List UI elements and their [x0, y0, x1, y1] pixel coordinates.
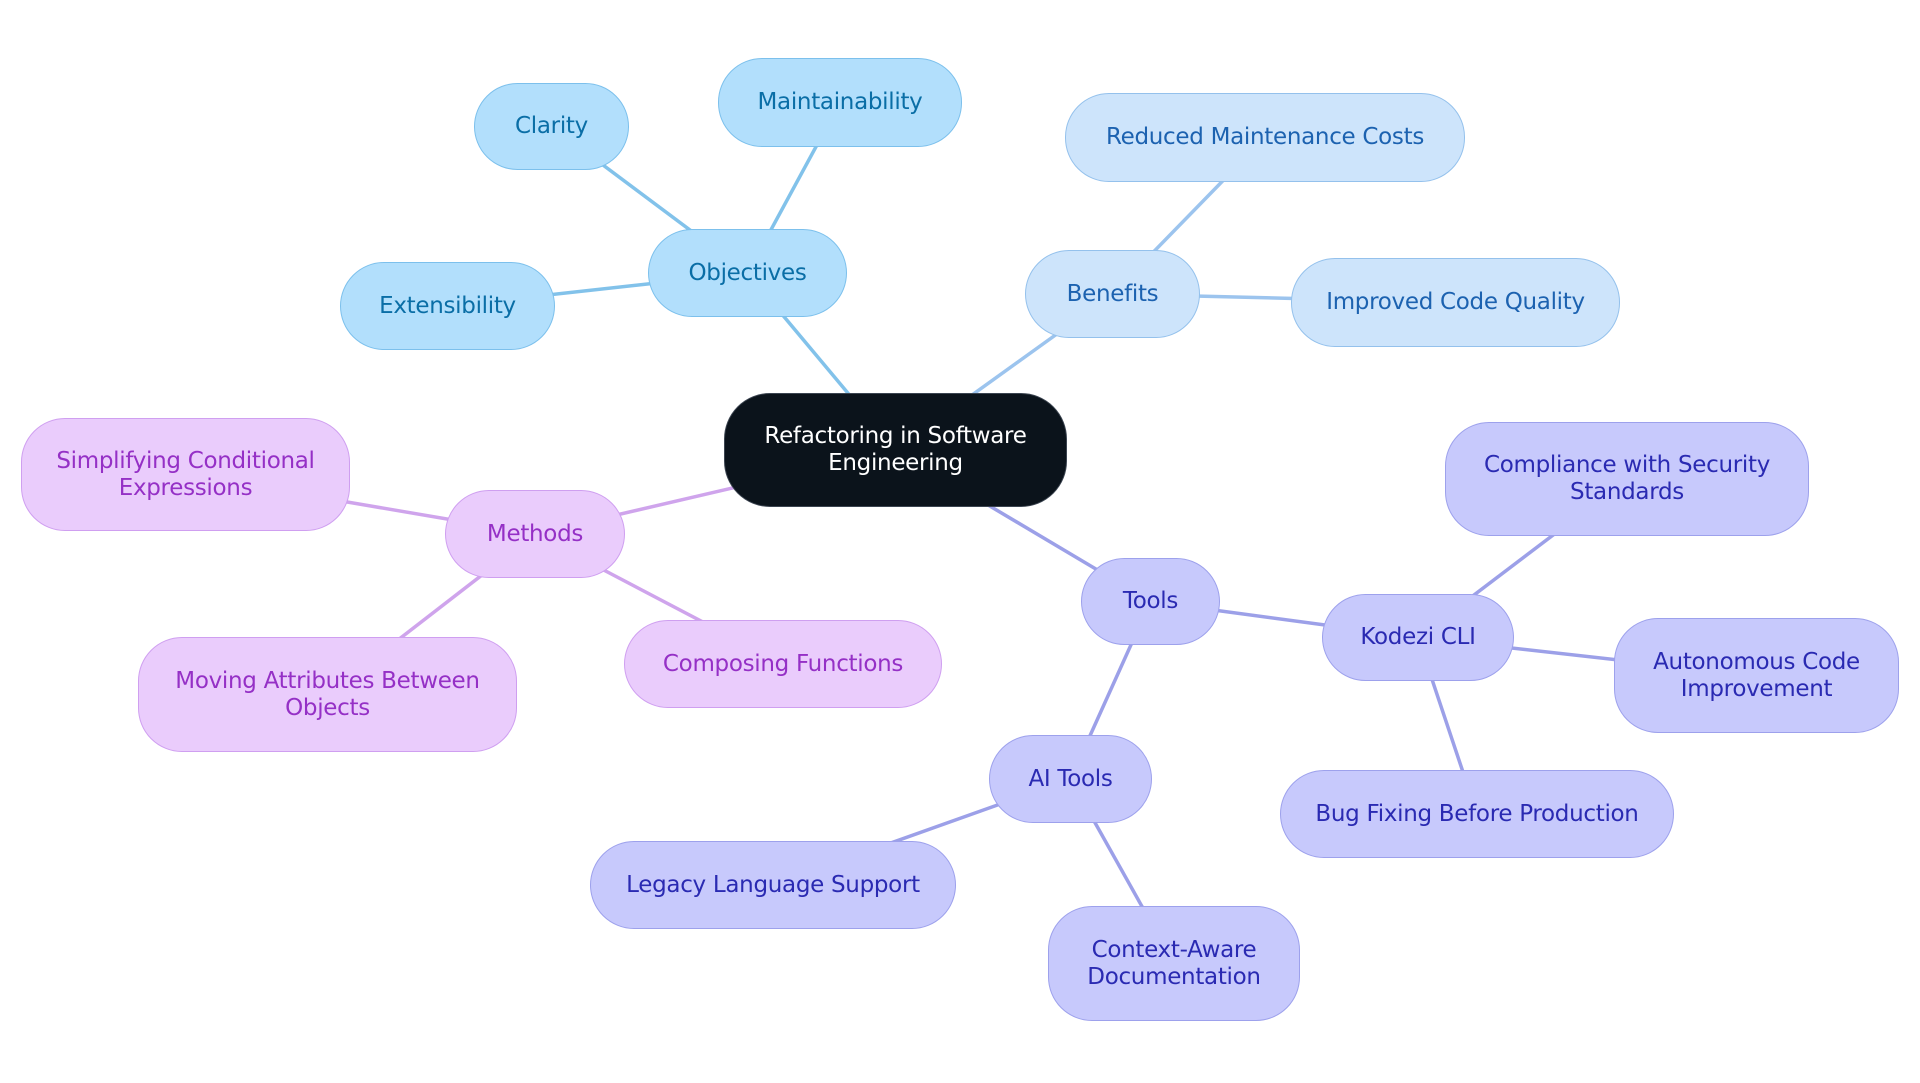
- node-improved-code-quality[interactable]: Improved Code Quality: [1291, 258, 1620, 347]
- node-autonomous-code-improvement[interactable]: Autonomous Code Improvement: [1614, 618, 1899, 733]
- node-label: Extensibility: [379, 292, 516, 319]
- node-label: Kodezi CLI: [1360, 624, 1476, 650]
- node-label: Reduced Maintenance Costs: [1105, 124, 1425, 150]
- node-label: Methods: [486, 520, 584, 547]
- node-label-line-1: Simplifying Conditional: [56, 447, 315, 474]
- edges-layer: [185, 101, 1757, 965]
- node-label-line-2: Expressions: [118, 474, 253, 501]
- node-compliance-with-security-standards[interactable]: Compliance with Security Standards: [1445, 422, 1809, 536]
- node-label-line-2: Objects: [285, 694, 370, 721]
- node-label: Maintainability: [757, 89, 923, 115]
- node-label: Objectives: [688, 259, 807, 286]
- node-label-line-1: Moving Attributes Between: [175, 667, 480, 694]
- node-label-line-1: Autonomous Code: [1653, 648, 1860, 675]
- node-label: Tools: [1122, 588, 1179, 614]
- root-label-line-1: Refactoring in Software: [764, 423, 1027, 449]
- node-label-line-2: Improvement: [1680, 675, 1833, 702]
- root-label-line-2: Engineering: [828, 450, 963, 476]
- node-bug-fixing-before-production[interactable]: Bug Fixing Before Production: [1280, 770, 1674, 858]
- node-legacy-language-support[interactable]: Legacy Language Support: [590, 841, 956, 929]
- node-moving-attributes-between-objects[interactable]: Moving Attributes Between Objects: [138, 637, 517, 752]
- node-ai-tools[interactable]: AI Tools: [989, 735, 1152, 823]
- node-label: Bug Fixing Before Production: [1315, 800, 1639, 827]
- node-context-aware-documentation[interactable]: Context-Aware Documentation: [1048, 906, 1300, 1021]
- node-label-line-1: Context-Aware: [1091, 936, 1257, 963]
- node-composing-functions[interactable]: Composing Functions: [624, 620, 942, 708]
- node-tools[interactable]: Tools: [1081, 558, 1220, 645]
- node-label-line-2: Standards: [1570, 479, 1684, 505]
- node-kodezi-cli[interactable]: Kodezi CLI: [1322, 594, 1514, 681]
- root-node[interactable]: Refactoring in Software Engineering: [724, 393, 1067, 507]
- node-label-line-1: Compliance with Security: [1483, 452, 1771, 478]
- node-label: Composing Functions: [662, 650, 904, 677]
- node-label: AI Tools: [1028, 765, 1113, 792]
- node-reduced-maintenance-costs[interactable]: Reduced Maintenance Costs: [1065, 93, 1465, 182]
- node-benefits[interactable]: Benefits: [1025, 250, 1200, 338]
- node-clarity[interactable]: Clarity: [474, 83, 629, 170]
- node-label: Benefits: [1066, 280, 1159, 307]
- node-extensibility[interactable]: Extensibility: [340, 262, 555, 350]
- node-label: Clarity: [515, 113, 588, 139]
- node-label-line-2: Documentation: [1087, 963, 1261, 990]
- node-methods[interactable]: Methods: [445, 490, 625, 578]
- node-objectives[interactable]: Objectives: [648, 229, 847, 317]
- node-label: Improved Code Quality: [1326, 289, 1585, 315]
- node-simplifying-conditional-expressions[interactable]: Simplifying Conditional Expressions: [21, 418, 350, 531]
- node-label: Legacy Language Support: [626, 871, 920, 898]
- node-maintainability[interactable]: Maintainability: [718, 58, 962, 147]
